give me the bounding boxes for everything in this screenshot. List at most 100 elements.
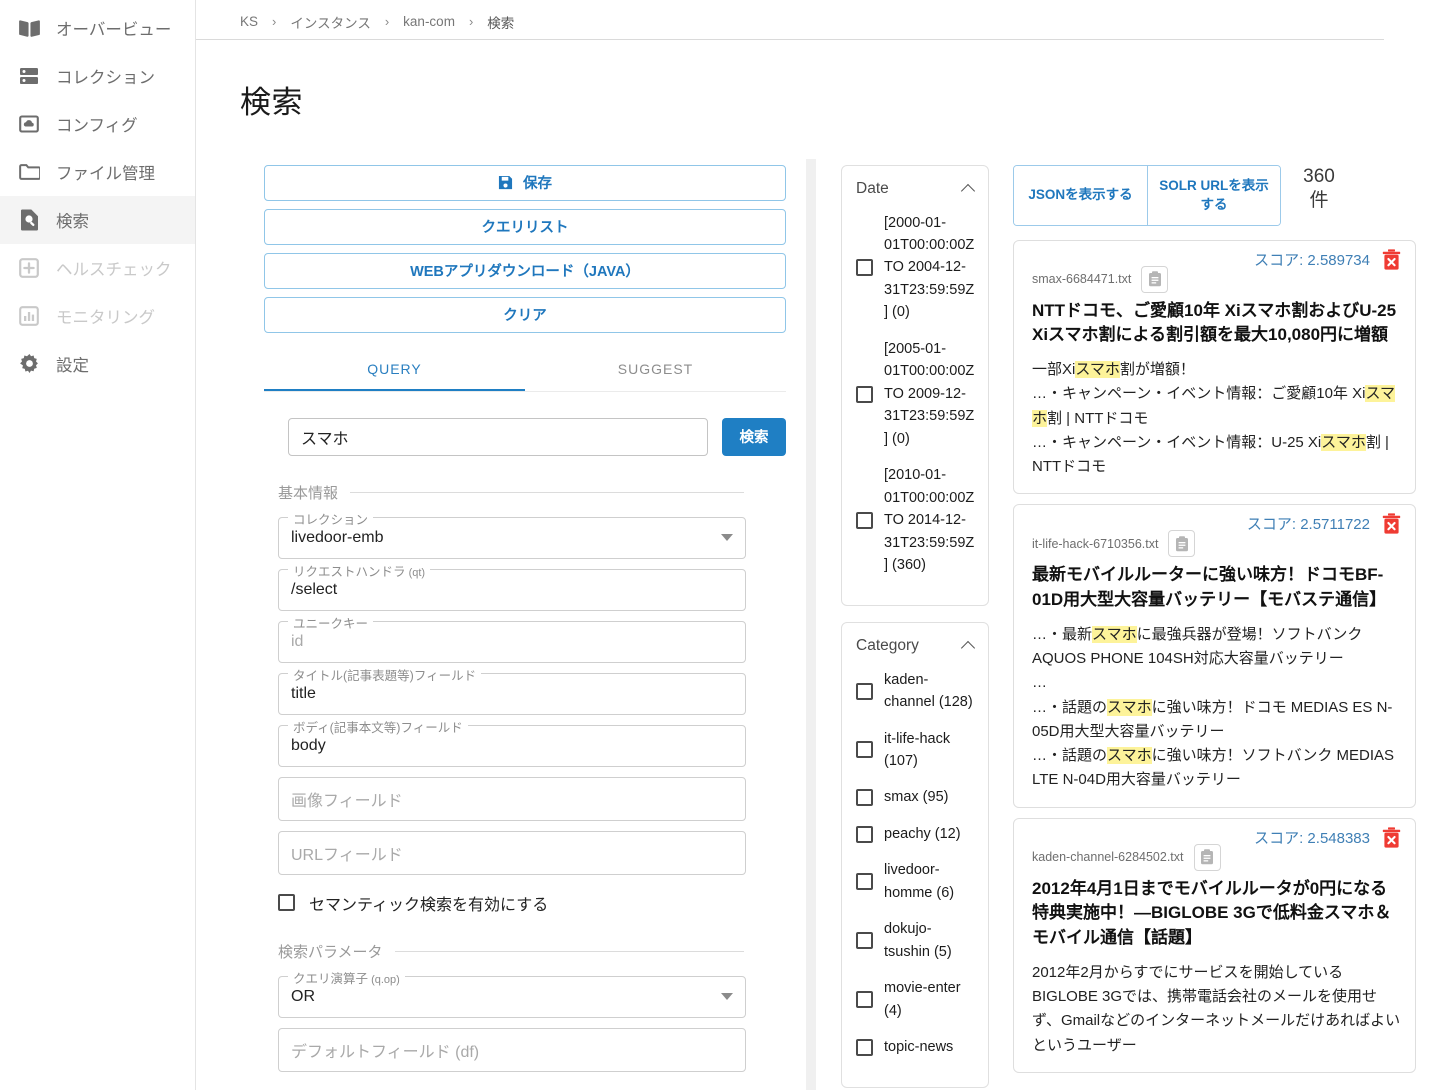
breadcrumb: KS › インスタンス › kan-com › 検索 — [196, 0, 1384, 40]
facet-checkbox[interactable] — [856, 1038, 873, 1056]
facet-item-label: peachy (12) — [884, 825, 961, 842]
param-fields-group: クエリ演算子 (q.op) OR デフォルトフィールド (df) — [264, 967, 786, 1072]
search-doc-icon — [18, 209, 40, 231]
result-body-line: …・最新スマホに最強兵器が登場！ソフトバンク AQUOS PHONE 104SH… — [1032, 625, 1363, 667]
sidebar-item-label: 設定 — [56, 357, 89, 375]
highlight: スマホ — [1321, 433, 1366, 451]
facet-checkbox[interactable] — [856, 741, 873, 759]
tab-query[interactable]: QUERY — [264, 349, 525, 391]
book-icon — [18, 17, 40, 39]
panel-scroll-divider[interactable] — [806, 158, 816, 1090]
facet-checkbox[interactable] — [856, 511, 873, 529]
facet-header-category[interactable]: Category — [856, 637, 976, 655]
query-list-button[interactable]: クエリリスト — [264, 208, 786, 245]
webapp-download-label: WEBアプリダウンロード（JAVA） — [410, 264, 640, 281]
facet-checkbox[interactable] — [856, 789, 873, 807]
breadcrumb-item-2[interactable]: kan-com — [403, 14, 455, 29]
breadcrumb-item-0[interactable]: KS — [240, 14, 258, 29]
facet-item[interactable]: [2010-01-01T00:00:00Z TO 2014-12-31T23:5… — [856, 464, 976, 576]
search-input[interactable] — [288, 417, 708, 456]
main-area: KS › インスタンス › kan-com › 検索 検索 保存 クエリリスト — [196, 0, 1430, 1090]
sidebar-item-label: ヘルスチェック — [56, 261, 172, 279]
result-score: スコア: 2.589734 — [1254, 251, 1370, 269]
semantic-search-checkbox[interactable] — [278, 894, 295, 912]
basic-field-タイトル記事表題等フィールド: タイトル(記事表題等)フィールド title — [278, 664, 746, 715]
facet-item[interactable]: smax (95) — [856, 786, 976, 808]
facet-item[interactable]: topic-news — [856, 1036, 976, 1058]
result-body-line: …・キャンペーン・イベント情報：ご愛顧10年 Xiスマホ割 | NTTドコモ — [1032, 385, 1396, 427]
result-title[interactable]: 2012年4月1日までモバイルルータが0円になる特典実施中！―BIGLOBE 3… — [1032, 877, 1401, 951]
clipboard-icon[interactable] — [1168, 530, 1196, 558]
search-row: 検索 — [288, 417, 786, 456]
facet-item[interactable]: peachy (12) — [856, 823, 976, 845]
facet-item[interactable]: [2000-01-01T00:00:00Z TO 2004-12-31T23:5… — [856, 212, 976, 324]
result-title[interactable]: NTTドコモ、ご愛顧10年 Xiスマホ割およびU-25 Xiスマホ割による割引額… — [1032, 299, 1401, 348]
query-form-panel: 保存 クエリリスト WEBアプリダウンロード（JAVA） クリア QUERY SU… — [196, 164, 806, 1090]
result-card-list: スコア: 2.589734 smax-6684471.txt NTTドコモ、ご愛顧1… — [1013, 239, 1416, 1073]
facet-checkbox[interactable] — [856, 825, 873, 843]
legend-rule — [394, 950, 744, 952]
breadcrumb-item-1[interactable]: インスタンス — [290, 12, 370, 32]
field-value: /select — [291, 580, 338, 598]
facet-item[interactable]: dokujo-tsushin (5) — [856, 918, 976, 963]
search-submit-button[interactable]: 検索 — [722, 417, 786, 456]
facet-checkbox[interactable] — [856, 932, 873, 950]
clear-button[interactable]: クリア — [264, 296, 786, 333]
folder-icon — [18, 161, 40, 183]
sidebar-item-設定[interactable]: 設定 — [0, 340, 195, 388]
show-json-button[interactable]: JSONを表示する — [1014, 165, 1147, 225]
field-label: ボディ(記事本文等)フィールド — [288, 716, 468, 736]
clipboard-icon[interactable] — [1193, 843, 1221, 871]
facet-item[interactable]: [2005-01-01T00:00:00Z TO 2009-12-31T23:5… — [856, 338, 976, 450]
basic-field--input[interactable]: 画像フィールド — [278, 776, 746, 821]
result-body-line: …・話題のスマホに強い味方！ソフトバンク MEDIAS LTE N-04D用大容… — [1032, 747, 1395, 789]
highlight: スマホ — [1107, 698, 1152, 716]
show-solr-url-button[interactable]: SOLR URLを表示する — [1147, 165, 1280, 225]
trash-delete-icon[interactable] — [1382, 827, 1401, 848]
result-title[interactable]: 最新モバイルルーターに強い味方！ドコモBF-01D用大型大容量バッテリー【モバス… — [1032, 563, 1401, 612]
param-field-df-input[interactable]: デフォルトフィールド (df) — [278, 1027, 746, 1072]
basic-field-URL: URLフィールド — [278, 830, 746, 875]
clipboard-icon[interactable] — [1141, 265, 1169, 293]
facet-item[interactable]: kaden-channel (128) — [856, 669, 976, 714]
field-label: コレクション — [288, 508, 374, 528]
webapp-download-button[interactable]: WEBアプリダウンロード（JAVA） — [264, 252, 786, 289]
server-icon — [18, 65, 40, 87]
chevron-up-icon — [962, 641, 976, 650]
sidebar-item-label: モニタリング — [56, 309, 155, 327]
query-list-label: クエリリスト — [481, 220, 569, 237]
tab-suggest[interactable]: SUGGEST — [525, 349, 786, 391]
sidebar-item-検索[interactable]: 検索 — [0, 196, 195, 244]
param-field-df: デフォルトフィールド (df) — [278, 1027, 746, 1072]
app-root: オーバービュー コレクション コンフィグ ファイル管理 検索 ヘルスチェック モニタリング設… — [0, 0, 1430, 1090]
result-filename: kaden-channel-6284502.txt — [1032, 850, 1184, 865]
field-value: title — [291, 684, 316, 702]
facet-checkbox[interactable] — [856, 873, 873, 891]
facet-checkbox[interactable] — [856, 991, 873, 1009]
sidebar-item-コンフィグ[interactable]: コンフィグ — [0, 100, 195, 148]
facet-checkbox[interactable] — [856, 259, 873, 277]
facet-card-date: Date [2000-01-01T00:00:00Z TO 2004-12-31T… — [841, 164, 989, 606]
result-body-line: 一部Xiスマホ割が増額！ — [1032, 360, 1195, 378]
facet-card-category: Category kaden-channel (128) it-life-hack … — [841, 621, 989, 1088]
sidebar-item-コレクション[interactable]: コレクション — [0, 52, 195, 100]
facet-item[interactable]: livedoor-homme (6) — [856, 859, 976, 904]
save-button[interactable]: 保存 — [264, 164, 786, 201]
facet-header-date[interactable]: Date — [856, 180, 976, 198]
trash-delete-icon[interactable] — [1382, 249, 1401, 270]
sidebar-item-ファイル管理[interactable]: ファイル管理 — [0, 148, 195, 196]
facet-checkbox[interactable] — [856, 385, 873, 403]
facet-checkbox[interactable] — [856, 682, 873, 700]
result-file-row: kaden-channel-6284502.txt — [1032, 843, 1401, 871]
field-label: タイトル(記事表題等)フィールド — [288, 664, 482, 684]
trash-delete-icon[interactable] — [1382, 513, 1401, 535]
basic-field-URL-input[interactable]: URLフィールド — [278, 830, 746, 875]
basic-field-: 画像フィールド — [278, 776, 746, 821]
sidebar-item-label: コレクション — [56, 69, 155, 87]
sidebar-item-オーバービュー[interactable]: オーバービュー — [0, 4, 195, 52]
facet-item[interactable]: movie-enter (4) — [856, 977, 976, 1022]
facet-item[interactable]: it-life-hack (107) — [856, 728, 976, 773]
result-body: 一部Xiスマホ割が増額！ …・キャンペーン・イベント情報：ご愛顧10年 Xiスマホ… — [1032, 358, 1401, 479]
sidebar-item-モニタリング: モニタリング — [0, 292, 195, 340]
basic-fields-group: コレクション livedoor-emb リクエストハンドラ (qt)/select ユ… — [264, 508, 786, 875]
